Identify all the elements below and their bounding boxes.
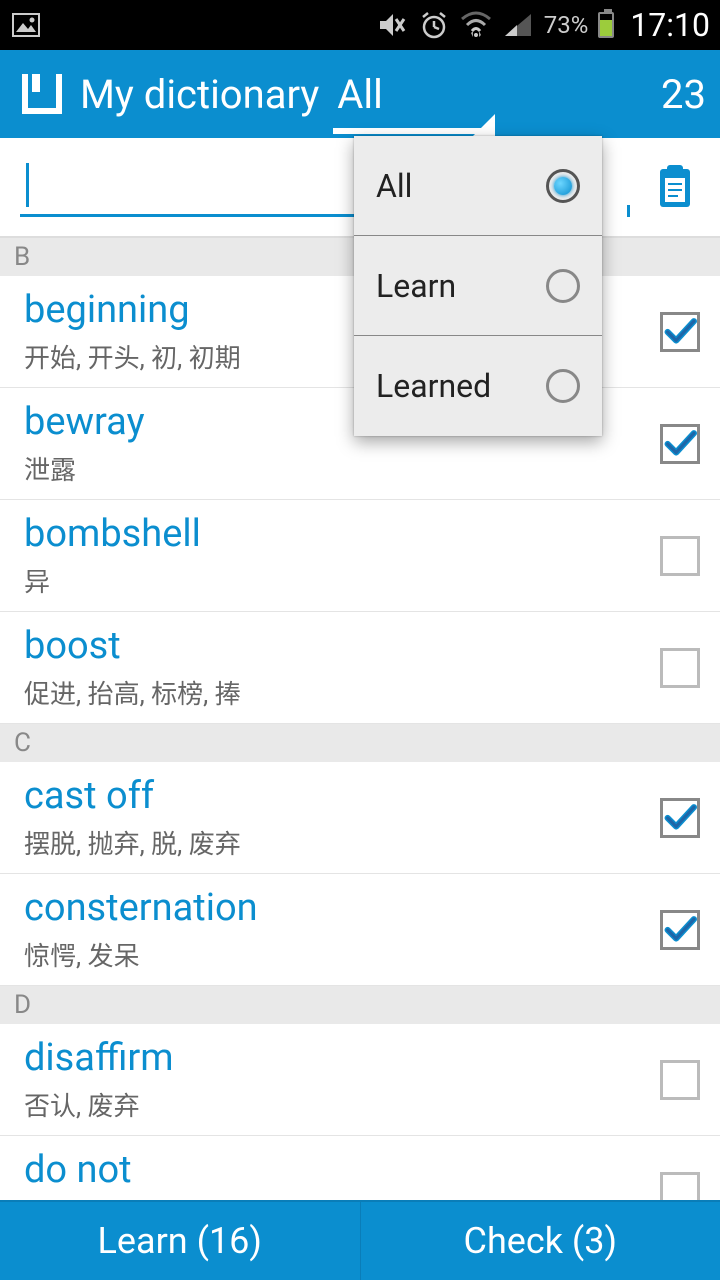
word-row[interactable]: disaffirm 否认, 废弃 xyxy=(0,1024,720,1136)
status-bar: 73% 17:10 xyxy=(0,0,720,50)
word-checkbox[interactable] xyxy=(660,648,700,688)
word-label: boost xyxy=(24,624,660,668)
word-label: do not xyxy=(24,1148,660,1192)
radio-icon xyxy=(546,169,580,203)
learn-button[interactable]: Learn (16) xyxy=(0,1202,360,1280)
word-definition: 泄露 xyxy=(24,450,660,487)
word-checkbox[interactable] xyxy=(660,798,700,838)
section-header: C xyxy=(0,724,720,762)
word-row[interactable]: bombshell 异 xyxy=(0,500,720,612)
dropdown-option[interactable]: Learn xyxy=(354,236,602,336)
mute-icon xyxy=(376,9,408,41)
battery-icon xyxy=(598,12,614,38)
signal-icon xyxy=(502,9,534,41)
word-definition: 惊愕, 发呆 xyxy=(24,936,660,973)
dropdown-option-label: All xyxy=(376,167,412,205)
dropdown-option[interactable]: Learned xyxy=(354,336,602,436)
filter-dropdown: All Learn Learned xyxy=(354,136,602,436)
word-checkbox[interactable] xyxy=(660,1172,700,1201)
app-bar: My dictionary All 23 xyxy=(0,50,720,138)
app-logo-icon xyxy=(14,66,70,122)
word-definition: 促进, 抬高, 标榜, 捧 xyxy=(24,674,660,711)
word-label: bombshell xyxy=(24,512,660,556)
dropdown-option[interactable]: All xyxy=(354,136,602,236)
alarm-icon xyxy=(418,9,450,41)
bottom-bar: Learn (16) Check (3) xyxy=(0,1200,720,1280)
wifi-icon xyxy=(460,9,492,41)
dropdown-option-label: Learn xyxy=(376,267,456,305)
battery-percentage: 73% xyxy=(544,11,589,39)
word-definition: 否认, 废弃 xyxy=(24,1086,660,1123)
word-label: cast off xyxy=(24,774,660,818)
word-label: consternation xyxy=(24,886,660,930)
word-definition: 勿, 别, 莫 xyxy=(24,1198,660,1200)
word-row[interactable]: cast off 摆脱, 抛弃, 脱, 废弃 xyxy=(0,762,720,874)
word-row[interactable]: consternation 惊愕, 发呆 xyxy=(0,874,720,986)
image-icon xyxy=(10,9,42,41)
learn-button-label: Learn (16) xyxy=(98,1220,262,1262)
check-button-label: Check (3) xyxy=(464,1220,617,1262)
section-header: D xyxy=(0,986,720,1024)
radio-icon xyxy=(546,269,580,303)
filter-spinner-label: All xyxy=(333,71,387,118)
word-checkbox[interactable] xyxy=(660,910,700,950)
dropdown-option-label: Learned xyxy=(376,367,491,405)
clipboard-button[interactable] xyxy=(650,162,700,212)
clock: 17:10 xyxy=(630,6,710,44)
filter-spinner[interactable]: All xyxy=(333,50,387,138)
word-count: 23 xyxy=(661,71,706,118)
word-label: disaffirm xyxy=(24,1036,660,1080)
word-row[interactable]: boost 促进, 抬高, 标榜, 捧 xyxy=(0,612,720,724)
word-definition: 异 xyxy=(24,562,660,599)
app-title: My dictionary xyxy=(80,71,319,118)
check-button[interactable]: Check (3) xyxy=(360,1202,720,1280)
word-checkbox[interactable] xyxy=(660,312,700,352)
word-checkbox[interactable] xyxy=(660,1060,700,1100)
word-definition: 摆脱, 抛弃, 脱, 废弃 xyxy=(24,824,660,861)
word-checkbox[interactable] xyxy=(660,536,700,576)
word-checkbox[interactable] xyxy=(660,424,700,464)
word-row[interactable]: do not 勿, 别, 莫 xyxy=(0,1136,720,1200)
radio-icon xyxy=(546,369,580,403)
